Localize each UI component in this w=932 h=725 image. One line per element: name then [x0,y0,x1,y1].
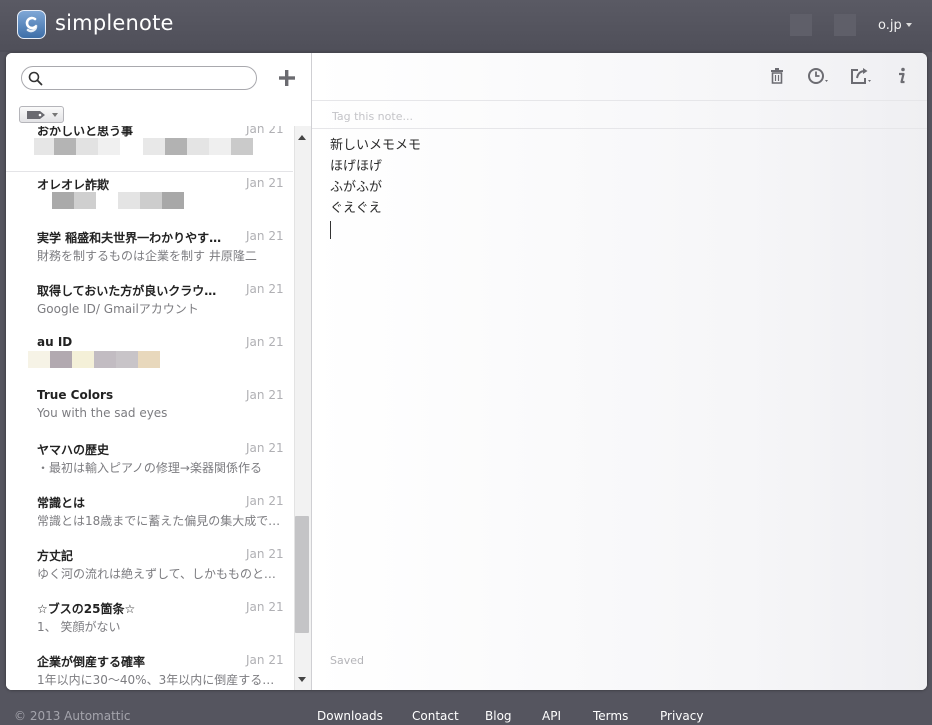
note-preview: 1年以内に30～40%、3年以内に倒産する企… [37,673,282,687]
note-title: 実学 稲盛和夫世界一わかりやす… [37,231,222,245]
notes-sidebar: おかしいと思う事 Jan 21 オレオレ詐欺 Jan 21 実学 稲盛和夫世界一… [6,53,312,690]
chevron-down-icon [52,113,58,117]
scroll-up-arrow-icon[interactable] [298,135,306,140]
note-date: Jan 21 [246,126,284,136]
account-avatar-2 [834,14,856,36]
note-date: Jan 21 [246,494,284,508]
note-preview: Google ID/ Gmailアカウント [37,302,199,316]
footer-link-terms[interactable]: Terms [593,709,628,723]
note-list-item[interactable]: 常識とは Jan 21 常識とは18歳までに蓄えた偏見の集大成であ… [6,490,293,544]
note-list-item[interactable]: 企業が倒産する確率 Jan 21 1年以内に30～40%、3年以内に倒産する企… [6,649,293,690]
note-list-item[interactable]: ☆ブスの25箇条☆ Jan 21 1、 笑顔がない [6,596,293,650]
tag-icon [27,111,45,119]
share-icon[interactable] [850,67,874,87]
note-date: Jan 21 [246,653,284,667]
note-title: ☆ブスの25箇条☆ [37,602,136,616]
search-input[interactable] [47,69,251,89]
note-list-item[interactable]: 実学 稲盛和夫世界一わかりやす… Jan 21 財務を制するものは企業を制す 井… [6,225,293,279]
note-list-item[interactable]: au ID Jan 21 [6,331,293,385]
note-date: Jan 21 [246,176,284,190]
save-status: Saved [330,654,364,667]
note-list-item[interactable]: オレオレ詐欺 Jan 21 [6,172,293,226]
note-title: 取得しておいた方が良いクラウド… [37,284,227,298]
note-title: au ID [37,335,73,349]
app-panel: おかしいと思う事 Jan 21 オレオレ詐欺 Jan 21 実学 稲盛和夫世界一… [6,53,927,690]
note-preview: ・最初は輸入ピアノの修理→楽器関係作る [37,461,262,475]
note-date: Jan 21 [246,600,284,614]
tag-bar [312,100,927,129]
info-icon[interactable] [896,67,908,85]
note-date: Jan 21 [246,229,284,243]
chevron-down-icon[interactable] [906,23,912,27]
note-title: 方丈記 [37,549,74,563]
note-text-area[interactable]: 新しいメモメモ ほげほげ ふがふが ぐえぐえ [330,135,421,239]
notes-list: おかしいと思う事 Jan 21 オレオレ詐欺 Jan 21 実学 稲盛和夫世界一… [6,126,293,690]
tag-filter-button[interactable] [19,106,64,123]
note-date: Jan 21 [246,388,284,402]
note-preview: You with the sad eyes [37,406,168,420]
note-preview: ゆく河の流れは絶えずして、しかもものとの水に… [37,567,282,581]
note-editor: 新しいメモメモ ほげほげ ふがふが ぐえぐえ Saved [312,53,927,690]
note-line: ほげほげ [330,159,383,174]
note-title: True Colors [37,388,114,402]
note-line: ふがふが [330,180,383,195]
footer-link-api[interactable]: API [542,709,561,723]
search-box[interactable] [21,66,257,90]
note-title: ヤマハの歴史 [37,443,110,457]
note-list-item[interactable]: True Colors Jan 21 You with the sad eyes [6,384,293,438]
copyright: © 2013 Automattic [14,709,131,723]
plus-icon [279,70,295,86]
note-list-item[interactable]: おかしいと思う事 Jan 21 [6,126,293,172]
scroll-down-arrow-icon[interactable] [298,677,306,682]
account-name[interactable]: o.jp [878,18,902,33]
footer-link-blog[interactable]: Blog [485,709,512,723]
note-date: Jan 21 [246,282,284,296]
note-list-item[interactable]: 取得しておいた方が良いクラウド… Jan 21 Google ID/ Gmail… [6,278,293,332]
note-date: Jan 21 [246,335,284,349]
note-list-item[interactable]: 方丈記 Jan 21 ゆく河の流れは絶えずして、しかもものとの水に… [6,543,293,597]
tag-input[interactable] [330,107,634,125]
note-date: Jan 21 [246,441,284,455]
text-cursor [330,221,331,239]
note-date: Jan 21 [246,547,284,561]
trash-icon[interactable] [770,67,784,85]
note-line: 新しいメモメモ [330,138,422,153]
footer-link-privacy[interactable]: Privacy [660,709,703,723]
add-note-button[interactable] [277,68,297,88]
history-icon[interactable] [807,67,831,87]
note-list-item[interactable]: ヤマハの歴史 Jan 21 ・最初は輸入ピアノの修理→楽器関係作る [6,437,293,491]
footer-link-contact[interactable]: Contact [412,709,459,723]
search-icon [28,71,43,86]
account-avatar [790,14,812,36]
note-title: 企業が倒産する確率 [37,655,146,669]
note-title: 常識とは [37,496,86,510]
simplenote-logo-icon[interactable] [17,10,46,39]
app-name: simplenote [55,11,174,35]
footer-link-downloads[interactable]: Downloads [317,709,383,723]
top-bar: simplenote o.jp [0,0,932,52]
note-preview: 財務を制するものは企業を制す 井原隆二 [37,249,257,263]
scrollbar-thumb[interactable] [295,516,309,633]
note-preview: 常識とは18歳までに蓄えた偏見の集大成であ… [37,514,282,528]
note-preview: 1、 笑顔がない [37,620,121,634]
note-title: オレオレ詐欺 [37,178,110,192]
note-line: ぐえぐえ [330,201,382,216]
